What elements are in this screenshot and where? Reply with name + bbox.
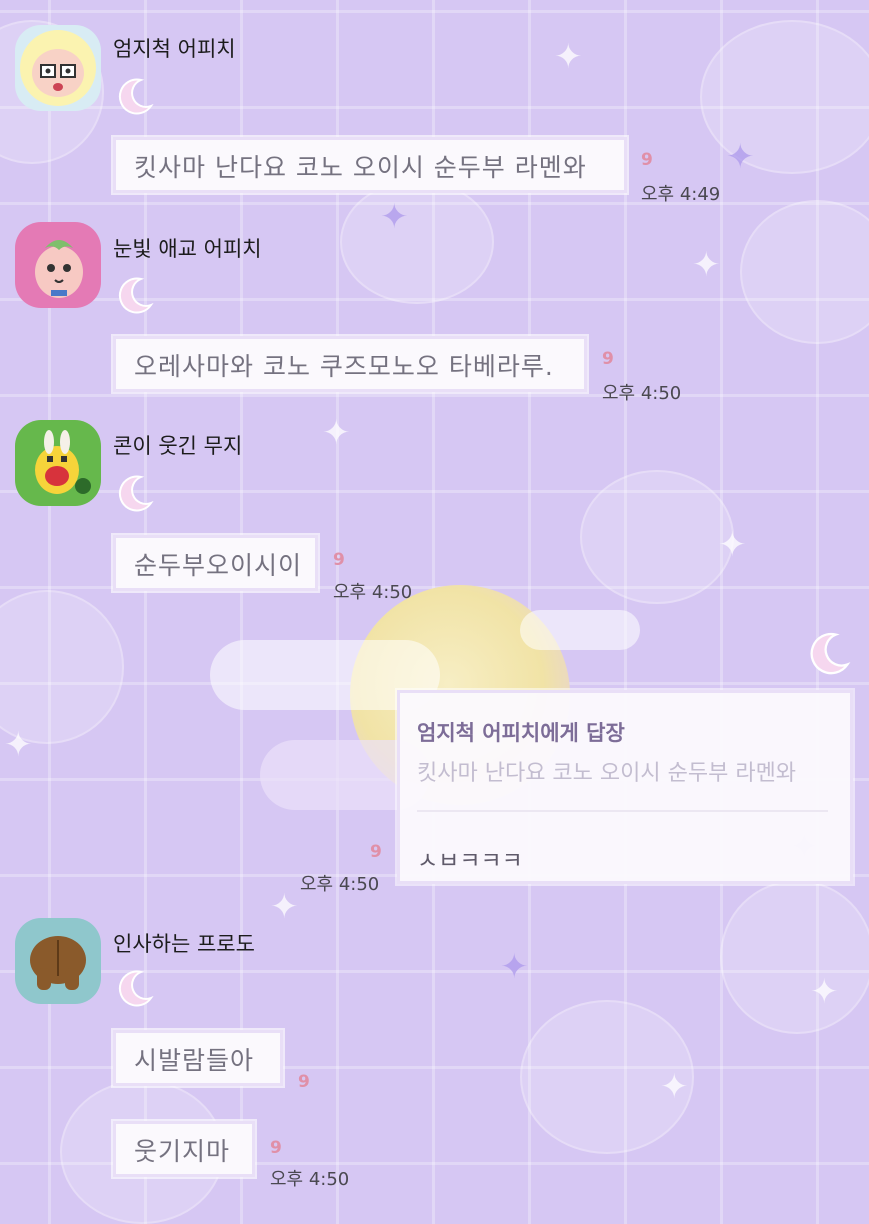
message-bubble[interactable]: 오레사마와 코노 쿠즈모노오 타베라루. <box>113 336 587 392</box>
reply-divider <box>417 810 828 812</box>
message-time: 오후 4:49 <box>641 184 721 205</box>
avatar[interactable] <box>15 222 101 308</box>
reply-quoted-text[interactable]: 킷사마 난다요 코노 오이시 순두부 라멘와 <box>417 755 796 787</box>
reply-title: 엄지척 어피치에게 답장 <box>417 721 625 745</box>
moon-icon <box>118 970 154 1007</box>
sender-name: 엄지척 어피치 <box>113 37 236 61</box>
message-time: 오후 4:50 <box>270 1169 350 1190</box>
moon-icon <box>118 277 154 314</box>
message-bubble[interactable]: 웃기지마 <box>113 1121 255 1177</box>
message-time: 오후 4:50 <box>300 874 380 895</box>
reply-text: ㅅㅂㅋㅋㅋ <box>417 848 523 874</box>
unread-count: 9 <box>270 1138 282 1158</box>
moon-icon <box>810 632 851 675</box>
message-time: 오후 4:50 <box>602 383 682 404</box>
message-bubble[interactable]: 킷사마 난다요 코노 오이시 순두부 라멘와 <box>113 137 627 193</box>
avatar[interactable] <box>15 25 101 111</box>
message-bubble[interactable]: 시발람들아 <box>113 1030 283 1086</box>
avatar[interactable] <box>15 420 101 506</box>
message-time: 오후 4:50 <box>333 582 413 603</box>
unread-count: 9 <box>641 150 653 170</box>
unread-count: 9 <box>298 1072 310 1092</box>
unread-count: 9 <box>602 349 614 369</box>
unread-count: 9 <box>333 550 345 570</box>
unread-count: 9 <box>370 842 382 862</box>
moon-icon <box>118 475 154 512</box>
moon-icon <box>118 78 154 115</box>
reply-message-bubble[interactable]: 엄지척 어피치에게 답장 킷사마 난다요 코노 오이시 순두부 라멘와 ㅅㅂㅋㅋ… <box>397 690 853 884</box>
avatar[interactable] <box>15 918 101 1004</box>
sender-name: 인사하는 프로도 <box>113 932 255 956</box>
message-bubble[interactable]: 순두부오이시이 <box>113 535 318 591</box>
sender-name: 눈빛 애교 어피치 <box>113 237 262 261</box>
sender-name: 콘이 웃긴 무지 <box>113 434 243 458</box>
